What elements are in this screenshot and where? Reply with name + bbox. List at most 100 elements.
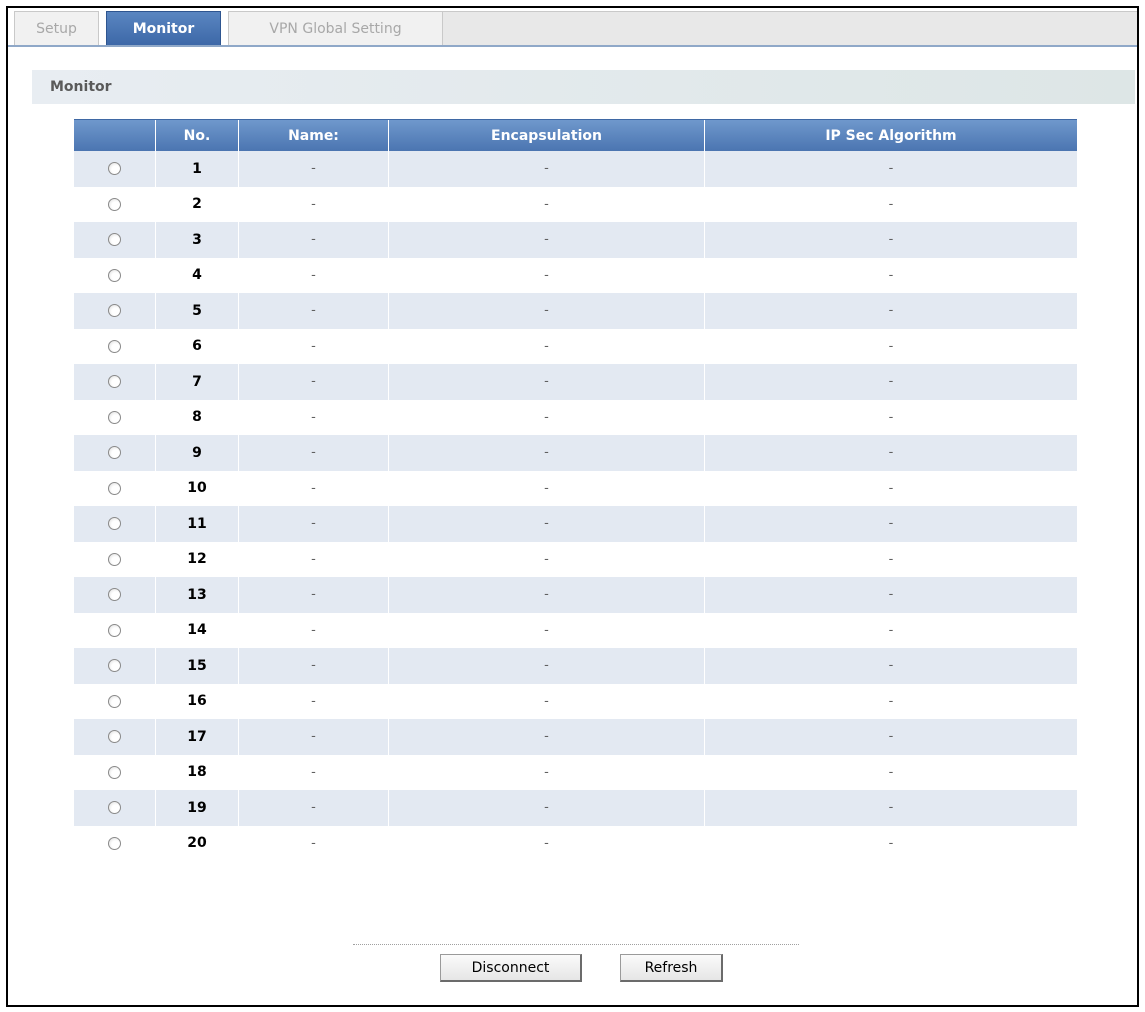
row-number: 9 [156, 435, 239, 471]
row-encapsulation: - [389, 257, 705, 293]
disconnect-button[interactable]: Disconnect [440, 954, 582, 982]
row-radio-button[interactable] [108, 233, 121, 247]
row-select-cell [74, 541, 156, 577]
row-radio-button[interactable] [108, 446, 121, 460]
row-select-cell [74, 825, 156, 861]
row-name: - [239, 399, 389, 435]
row-select-cell [74, 257, 156, 293]
row-number: 7 [156, 364, 239, 400]
row-name: - [239, 470, 389, 506]
monitor-table: No. Name: Encapsulation IP Sec Algorithm… [74, 119, 1077, 861]
row-name: - [239, 790, 389, 826]
row-encapsulation: - [389, 825, 705, 861]
row-select-cell [74, 222, 156, 258]
row-ipsec-algorithm: - [888, 161, 894, 177]
row-select-cell [74, 435, 156, 471]
row-name: - [239, 186, 389, 222]
row-select-cell [74, 719, 156, 755]
row-radio-button[interactable] [108, 801, 121, 815]
header-no: No. [156, 120, 239, 151]
row-encapsulation: - [389, 577, 705, 613]
row-select-cell [74, 399, 156, 435]
tab-vpn-global-setting[interactable]: VPN Global Setting [228, 11, 443, 47]
row-encapsulation: - [389, 151, 705, 187]
row-number: 3 [156, 222, 239, 258]
row-radio-button[interactable] [108, 268, 121, 282]
table-row: 5--- [74, 293, 1077, 329]
tab-setup[interactable]: Setup [14, 11, 99, 47]
button-divider [353, 944, 799, 945]
row-encapsulation: - [389, 186, 705, 222]
row-number: 11 [156, 506, 239, 542]
row-ipsec-algorithm: - [888, 409, 894, 425]
table-row: 19- - - [74, 790, 1077, 826]
table-row: 13- - - [74, 577, 1077, 613]
row-select-cell [74, 328, 156, 364]
row-radio-button[interactable] [108, 339, 121, 353]
row-encapsulation: - [389, 612, 705, 648]
row-ipsec-algorithm: - [888, 551, 894, 567]
row-radio-button[interactable] [108, 659, 121, 673]
row-select-cell [74, 577, 156, 613]
row-select-cell [74, 754, 156, 790]
row-select-cell [74, 683, 156, 719]
table-header: No. Name: Encapsulation IP Sec Algorithm [74, 119, 1077, 151]
row-number: 4 [156, 257, 239, 293]
table-row: 1--- [74, 151, 1077, 187]
table-row: 15- - - [74, 648, 1077, 684]
row-select-cell [74, 648, 156, 684]
row-name: - [239, 541, 389, 577]
row-radio-button[interactable] [108, 730, 121, 744]
row-select-cell [74, 151, 156, 187]
row-number: 13 [156, 577, 239, 613]
row-ipsec-algorithm: - [888, 587, 894, 603]
row-radio-button[interactable] [108, 765, 121, 779]
row-number: 18 [156, 754, 239, 790]
row-radio-button[interactable] [108, 517, 121, 531]
row-encapsulation: - [389, 790, 705, 826]
tab-monitor[interactable]: Monitor [106, 11, 221, 47]
header-select [74, 120, 156, 151]
row-radio-button[interactable] [108, 481, 121, 495]
row-name: - [239, 435, 389, 471]
row-number: 1 [156, 151, 239, 187]
header-encapsulation: Encapsulation [389, 120, 705, 151]
row-name: - [239, 648, 389, 684]
row-encapsulation: - [389, 328, 705, 364]
row-ipsec-algorithm: - [888, 303, 894, 319]
table-row: 17- - - [74, 719, 1077, 755]
row-name: - [239, 222, 389, 258]
row-encapsulation: - [389, 648, 705, 684]
row-radio-button[interactable] [108, 588, 121, 602]
row-select-cell [74, 186, 156, 222]
row-radio-button[interactable] [108, 552, 121, 566]
row-ipsec-algorithm: - [888, 622, 894, 638]
table-row: 7--- [74, 364, 1077, 400]
row-ipsec-algorithm: - [888, 374, 894, 390]
row-ipsec-algorithm: - [888, 693, 894, 709]
row-radio-button[interactable] [108, 410, 121, 424]
row-radio-button[interactable] [108, 375, 121, 389]
row-encapsulation: - [389, 754, 705, 790]
row-encapsulation: - [389, 719, 705, 755]
row-number: 10 [156, 470, 239, 506]
tab-bar-divider [8, 45, 1137, 47]
refresh-button[interactable]: Refresh [620, 954, 723, 982]
row-radio-button[interactable] [108, 162, 121, 176]
row-radio-button[interactable] [108, 694, 121, 708]
row-name: - [239, 257, 389, 293]
row-radio-button[interactable] [108, 623, 121, 637]
row-encapsulation: - [389, 541, 705, 577]
row-radio-button[interactable] [108, 836, 121, 850]
row-select-cell [74, 506, 156, 542]
row-number: 14 [156, 612, 239, 648]
section-title: Monitor [50, 79, 112, 95]
row-radio-button[interactable] [108, 304, 121, 318]
row-ipsec-algorithm: - [888, 764, 894, 780]
row-radio-button[interactable] [108, 197, 121, 211]
row-name: - [239, 683, 389, 719]
header-name: Name: [239, 120, 389, 151]
tab-bar-fill [443, 11, 1137, 45]
row-number: 17 [156, 719, 239, 755]
row-number: 16 [156, 683, 239, 719]
